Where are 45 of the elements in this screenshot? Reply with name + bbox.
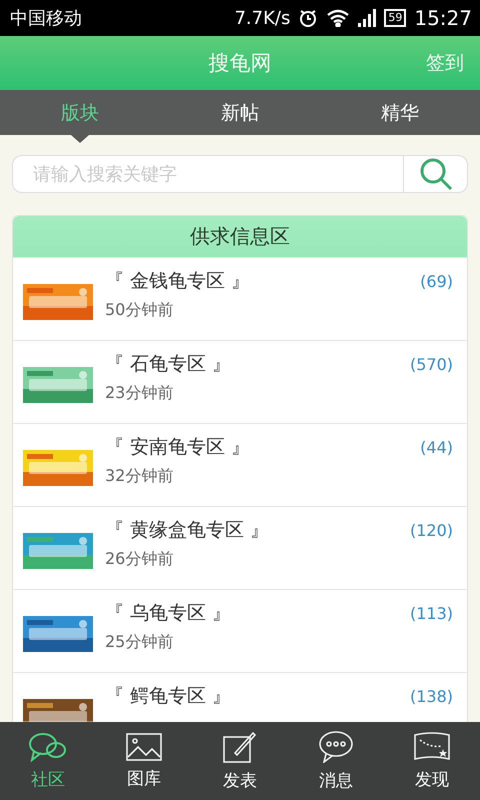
app-title: 搜龟网 (208, 50, 272, 77)
tab[interactable]: 新帖 (160, 90, 320, 135)
alarm-icon (298, 8, 318, 28)
last-post-time: 32分钟前 (105, 466, 174, 487)
forum-title: 『 石龟专区 』 (105, 352, 232, 377)
signal-icon (358, 9, 376, 27)
clock-time: 15:27 (414, 6, 472, 30)
forum-row[interactable]: 『 石龟专区 』 23分钟前 (570) (13, 340, 467, 423)
nav-item[interactable]: 图库 (96, 722, 192, 800)
last-post-time: 50分钟前 (105, 300, 174, 321)
forum-row[interactable]: 『 乌龟专区 』 25分钟前 (113) (13, 589, 467, 672)
nav-item[interactable]: 社区 (0, 722, 96, 800)
network-speed: 7.7K/s (234, 8, 290, 28)
forum-title: 『 鳄龟专区 』 (105, 684, 232, 709)
pen-paper-icon (223, 730, 257, 762)
search-icon (418, 157, 452, 191)
forum-row[interactable]: 『 金钱龟专区 』 50分钟前 (69) (13, 257, 467, 340)
post-count: (570) (410, 355, 453, 374)
tab[interactable]: 版块 (0, 90, 160, 135)
last-post-time: 23分钟前 (105, 383, 174, 404)
post-count: (69) (420, 272, 453, 291)
forum-title: 『 黄缘盒龟专区 』 (105, 518, 270, 543)
post-count: (120) (410, 521, 453, 540)
tab[interactable]: 精华 (320, 90, 480, 135)
post-count: (138) (410, 687, 453, 706)
wifi-icon (326, 9, 350, 27)
last-post-time: 25分钟前 (105, 632, 174, 653)
forum-title: 『 金钱龟专区 』 (105, 269, 252, 294)
section-title: 供求信息区 (190, 223, 290, 250)
nav-item[interactable]: 消息 (288, 722, 384, 800)
nav-item[interactable]: 发表 (192, 722, 288, 800)
map-icon (414, 732, 450, 762)
chat-bubbles-icon (28, 732, 68, 762)
carrier-name: 中国移动 (10, 7, 82, 30)
post-count: (44) (420, 438, 453, 457)
speech-bubble-icon (318, 730, 354, 762)
post-count: (113) (410, 604, 453, 623)
image-icon (126, 732, 162, 760)
forum-row[interactable]: 『 黄缘盒龟专区 』 26分钟前 (120) (13, 506, 467, 589)
forum-title: 『 安南龟专区 』 (105, 435, 252, 460)
nav-item[interactable]: 发现 (384, 722, 480, 800)
battery-level: 59 (384, 9, 406, 27)
last-post-time: 26分钟前 (105, 549, 174, 570)
forum-title: 『 乌龟专区 』 (105, 601, 232, 626)
forum-row[interactable]: 『 安南龟专区 』 32分钟前 (44) (13, 423, 467, 506)
